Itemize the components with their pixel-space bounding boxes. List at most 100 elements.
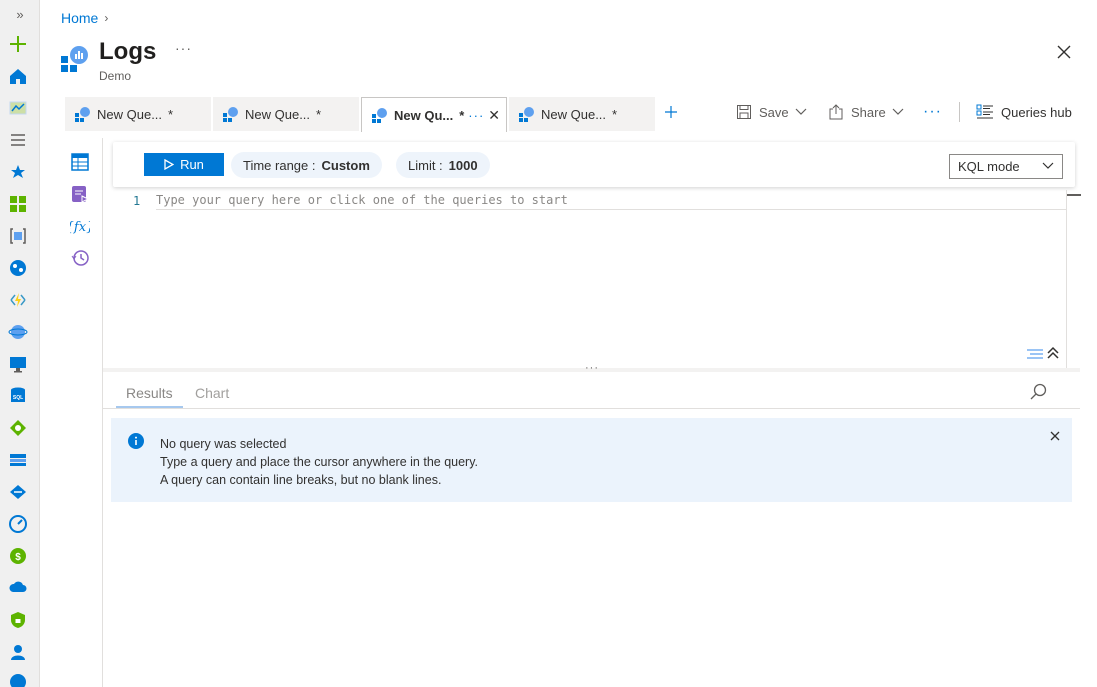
time-range-label: Time range : — [243, 157, 316, 173]
page-subtitle: Demo — [99, 69, 132, 83]
info-line-1: No query was selected — [160, 437, 287, 451]
share-label: Share — [851, 104, 886, 120]
chevron-down-icon — [795, 108, 807, 115]
cloud-services-icon[interactable] — [8, 578, 28, 598]
cost-management-icon[interactable]: $ — [8, 546, 28, 566]
limit-picker[interactable]: Limit : 1000 — [396, 152, 490, 178]
save-icon — [737, 105, 751, 119]
queries-hub-button[interactable]: Queries hub — [976, 102, 1072, 122]
add-tab-plus-icon[interactable] — [663, 104, 679, 120]
search-icon[interactable] — [1029, 383, 1047, 401]
query-tab-1[interactable]: New Que... * — [65, 97, 211, 131]
line-number: 1 — [133, 194, 141, 208]
queries-hub-icon — [976, 104, 993, 119]
info-line-3: A query can contain line breaks, but no … — [160, 473, 442, 487]
queries-hub-label: Queries hub — [1001, 104, 1072, 120]
results-tabs: Results Chart — [103, 380, 1080, 409]
sql-databases-globe-icon[interactable] — [8, 322, 28, 342]
load-balancer-icon[interactable] — [8, 418, 28, 438]
query-tab-icon — [223, 107, 238, 122]
toolbar-divider — [959, 102, 960, 122]
log-analytics-icon — [61, 46, 88, 72]
breadcrumb-home-link[interactable]: Home — [61, 10, 98, 26]
splitter-grip[interactable]: ··· — [585, 362, 599, 374]
breadcrumb-separator: › — [104, 11, 109, 25]
format-query-icon[interactable] — [1026, 348, 1044, 360]
dismiss-info-icon[interactable] — [1049, 430, 1061, 442]
share-icon — [829, 104, 843, 120]
info-line-2: Type a query and place the cursor anywhe… — [160, 455, 479, 469]
run-label: Run — [180, 157, 204, 172]
query-tab-2[interactable]: New Que... * — [213, 97, 359, 131]
virtual-machines-icon[interactable] — [8, 354, 28, 374]
dashboard-icon[interactable] — [8, 98, 28, 118]
more-options-icon[interactable]: ··· — [175, 40, 192, 56]
app-services-icon[interactable] — [8, 258, 28, 278]
scrollbar-thumb[interactable] — [1067, 194, 1081, 196]
storage-accounts-icon[interactable] — [8, 450, 28, 470]
tab-results[interactable]: Results — [116, 385, 183, 408]
unsaved-indicator: * — [316, 106, 322, 122]
editor-scrollbar[interactable] — [1066, 190, 1081, 368]
resource-groups-icon[interactable] — [8, 226, 28, 246]
save-label: Save — [759, 104, 789, 120]
expand-menu-icon[interactable]: » — [0, 4, 40, 26]
function-app-icon[interactable] — [8, 290, 28, 310]
limit-label: Limit : — [408, 157, 443, 173]
query-tab-label: New Que... — [541, 106, 607, 122]
query-tab-label: New Que... — [245, 106, 311, 122]
info-message: No query was selected Type a query and p… — [160, 435, 478, 489]
queries-icon[interactable] — [70, 184, 90, 204]
query-history-icon[interactable] — [70, 248, 90, 268]
monitor-icon[interactable] — [8, 514, 28, 534]
query-tab-icon — [519, 107, 534, 122]
chevron-down-icon — [1042, 162, 1054, 169]
toolbar-more-icon[interactable]: ··· — [923, 102, 942, 122]
users-icon[interactable] — [8, 642, 28, 662]
close-icon[interactable] — [1054, 42, 1074, 62]
run-button[interactable]: Run — [144, 153, 224, 176]
query-input[interactable] — [156, 191, 1066, 210]
query-tab-label: New Que... — [97, 106, 163, 122]
svg-text:$: $ — [15, 552, 21, 563]
save-button[interactable]: Save — [736, 102, 814, 122]
page-title: Logs — [99, 38, 157, 65]
no-query-info-banner: No query was selected Type a query and p… — [111, 418, 1072, 502]
query-bar: Run Time range : Custom Limit : 1000 KQL… — [113, 142, 1075, 187]
tab-more-options-icon[interactable]: ··· — [468, 108, 484, 123]
create-resource-icon[interactable] — [8, 34, 28, 54]
favorites-star-icon[interactable] — [8, 162, 28, 182]
info-icon — [128, 433, 144, 449]
play-icon — [164, 159, 175, 170]
tables-icon[interactable] — [70, 152, 90, 172]
unsaved-indicator: * — [459, 107, 465, 123]
svg-text:SQL: SQL — [13, 395, 23, 401]
virtual-networks-icon[interactable] — [8, 482, 28, 502]
mode-dropdown[interactable]: KQL mode — [949, 154, 1063, 179]
tab-close-icon[interactable]: ✕ — [488, 107, 500, 124]
time-range-picker[interactable]: Time range : Custom — [231, 152, 382, 178]
editor-results-splitter[interactable]: ··· — [103, 362, 1080, 374]
mode-value: KQL mode — [958, 159, 1020, 174]
limit-value: 1000 — [448, 157, 478, 173]
query-tab-3-active[interactable]: New Qu... * ··· ✕ — [361, 97, 507, 132]
unsaved-indicator: * — [612, 106, 618, 122]
security-center-icon[interactable] — [8, 610, 28, 630]
all-services-icon[interactable] — [8, 130, 28, 150]
left-nav-rail: » SQL $ — [0, 0, 40, 687]
query-tab-4[interactable]: New Que... * — [509, 97, 655, 131]
query-editor: 1 — [103, 190, 1081, 368]
tab-chart[interactable]: Chart — [195, 385, 229, 407]
sql-icon[interactable]: SQL — [8, 386, 28, 406]
functions-icon[interactable]: {fx} — [70, 216, 90, 236]
home-icon[interactable] — [8, 66, 28, 86]
svg-text:{fx}: {fx} — [70, 220, 90, 235]
query-tab-icon — [372, 108, 387, 123]
all-resources-icon[interactable] — [8, 194, 28, 214]
collapse-editor-icon[interactable] — [1046, 346, 1060, 360]
more-services-icon[interactable] — [8, 672, 28, 687]
unsaved-indicator: * — [168, 106, 174, 122]
query-tabs: New Que... * New Que... * New Qu... * ··… — [65, 97, 657, 132]
query-tab-label: New Qu... — [394, 107, 454, 123]
share-button[interactable]: Share — [828, 102, 911, 122]
